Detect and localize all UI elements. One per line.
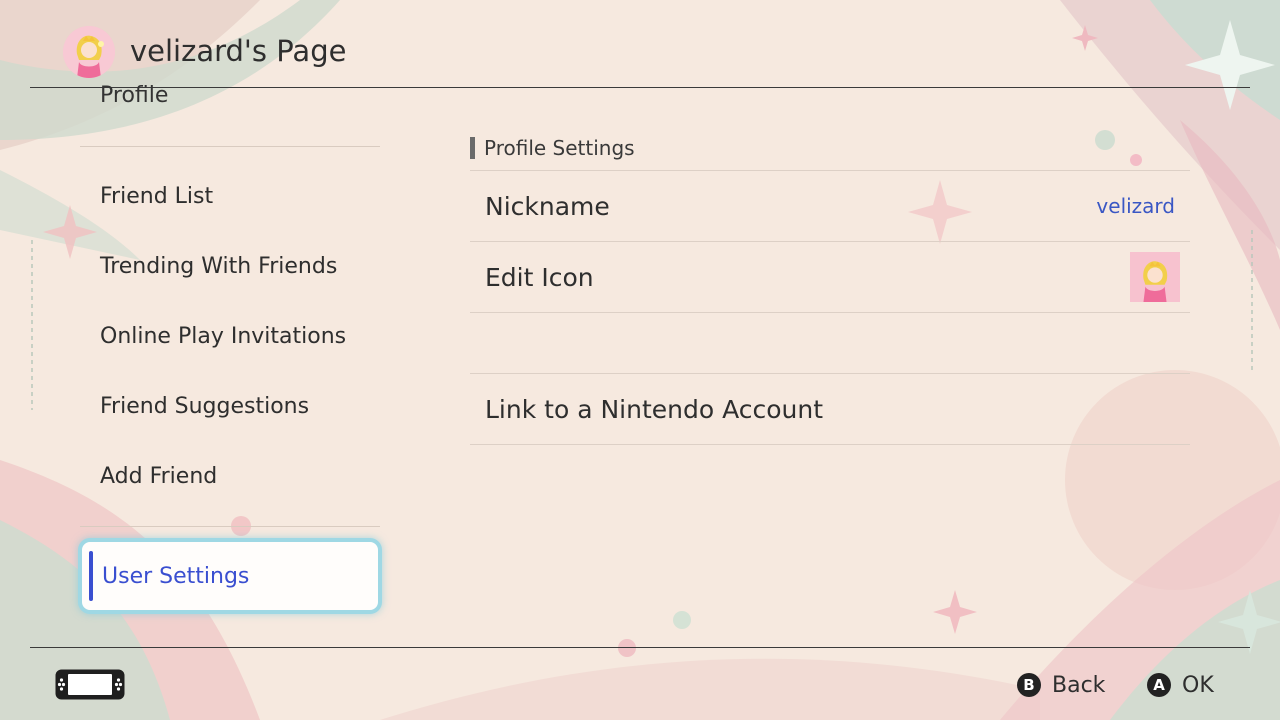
nickname-row[interactable]: Nickname velizard — [470, 171, 1190, 241]
sidebar-item-label: Friend List — [100, 183, 214, 209]
footer-divider — [30, 647, 1250, 648]
sidebar-item-friend-list[interactable]: Friend List — [80, 161, 380, 231]
sidebar-item-label: Online Play Invitations — [100, 323, 347, 349]
sidebar-item-add-friend[interactable]: Add Friend — [80, 441, 380, 511]
page-title: velizard's Page — [130, 34, 347, 68]
b-button-icon: B — [1017, 673, 1041, 697]
section-title: Profile Settings — [484, 136, 635, 160]
row-label: Edit Icon — [485, 262, 594, 292]
row-label: Nickname — [485, 191, 610, 221]
row-label: Link to a Nintendo Account — [485, 394, 824, 424]
link-nintendo-account-row[interactable]: Link to a Nintendo Account — [470, 374, 1190, 444]
sidebar-item-label: User Settings — [102, 563, 250, 589]
nickname-value: velizard — [1096, 194, 1175, 218]
sidebar-item-online-play-invitations[interactable]: Online Play Invitations — [80, 301, 380, 371]
sidebar-item-label: Trending With Friends — [100, 253, 338, 279]
empty-row — [470, 313, 1190, 373]
back-label: Back — [1052, 672, 1106, 698]
ok-hint[interactable]: A OK — [1147, 670, 1214, 700]
sidebar-item-label: Add Friend — [100, 463, 218, 489]
selection-indicator — [89, 551, 93, 601]
header-divider — [30, 87, 1250, 88]
user-icon-thumbnail — [1130, 252, 1180, 302]
sidebar-item-label: Friend Suggestions — [100, 393, 310, 419]
section-marker — [470, 137, 475, 159]
princess-peach-icon — [63, 26, 115, 78]
sidebar-divider — [80, 526, 380, 527]
edit-icon-row[interactable]: Edit Icon — [470, 242, 1190, 312]
a-button-icon: A — [1147, 673, 1171, 697]
ok-label: OK — [1182, 672, 1214, 698]
princess-peach-icon — [1130, 252, 1180, 302]
section-header-profile-settings: Profile Settings — [470, 134, 635, 162]
sidebar-divider — [80, 146, 380, 147]
sidebar-item-trending-with-friends[interactable]: Trending With Friends — [80, 231, 380, 301]
sidebar-item-user-settings[interactable]: User Settings — [78, 538, 382, 614]
handheld-console-icon — [55, 669, 125, 700]
sidebar-item-profile[interactable]: Profile — [100, 80, 168, 112]
back-hint[interactable]: B Back — [1017, 670, 1105, 700]
sidebar-item-friend-suggestions[interactable]: Friend Suggestions — [80, 371, 380, 441]
user-avatar — [63, 26, 115, 78]
row-divider — [470, 444, 1190, 445]
